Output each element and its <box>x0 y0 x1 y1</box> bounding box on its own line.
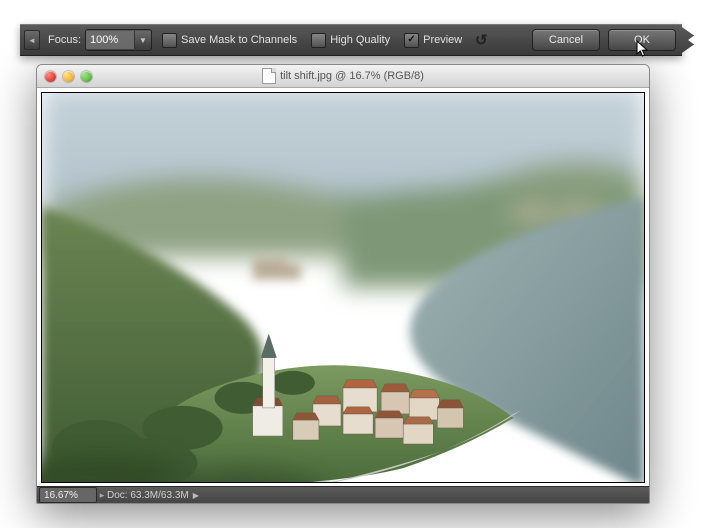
canvas-image <box>41 92 645 483</box>
window-title-center: tilt shift.jpg @ 16.7% (RGB/8) <box>37 65 649 87</box>
save-mask-label: Save Mask to Channels <box>179 34 301 46</box>
reset-icon[interactable]: ↺ <box>472 31 490 49</box>
ok-button[interactable]: OK <box>608 29 676 51</box>
doc-size-text: Doc: 63.3M/63.3M <box>107 490 189 501</box>
document-window-shadow: tilt shift.jpg @ 16.7% (RGB/8) <box>36 64 650 504</box>
doc-info-menu-button[interactable]: ▶ <box>193 491 199 500</box>
focus-field[interactable]: ▼ <box>85 29 152 51</box>
status-bar: 16.67% ▸ Doc: 63.3M/63.3M ▶ <box>37 486 649 503</box>
traffic-lights <box>45 71 92 82</box>
high-quality-label: High Quality <box>328 34 394 46</box>
document-window: tilt shift.jpg @ 16.7% (RGB/8) <box>36 64 650 504</box>
window-title-text: tilt shift.jpg @ 16.7% (RGB/8) <box>280 70 424 82</box>
cancel-button[interactable]: Cancel <box>532 29 600 51</box>
focus-dropdown-button[interactable]: ▼ <box>134 31 151 49</box>
preview-checkbox[interactable] <box>404 33 419 48</box>
focus-input[interactable] <box>86 31 134 49</box>
chevron-right-icon: ▸ <box>100 490 105 501</box>
document-file-icon <box>262 68 276 84</box>
preview-label: Preview <box>421 34 466 46</box>
window-titlebar[interactable]: tilt shift.jpg @ 16.7% (RGB/8) <box>37 65 649 88</box>
minimize-window-button[interactable] <box>63 71 74 82</box>
filter-options-bar: ◄ Focus: ▼ Save Mask to Channels High Qu… <box>20 24 682 56</box>
save-mask-checkbox[interactable] <box>162 33 177 48</box>
close-window-button[interactable] <box>45 71 56 82</box>
status-separator: ▸ <box>97 487 107 503</box>
focus-label: Focus: <box>40 34 85 46</box>
high-quality-checkbox[interactable] <box>311 33 326 48</box>
zoom-window-button[interactable] <box>81 71 92 82</box>
zoom-level-field[interactable]: 16.67% <box>39 487 97 503</box>
history-back-button[interactable]: ◄ <box>24 30 40 50</box>
canvas-area[interactable] <box>37 88 649 487</box>
chevron-down-icon: ▼ <box>139 36 147 45</box>
zoom-level-text: 16.67% <box>44 490 78 501</box>
